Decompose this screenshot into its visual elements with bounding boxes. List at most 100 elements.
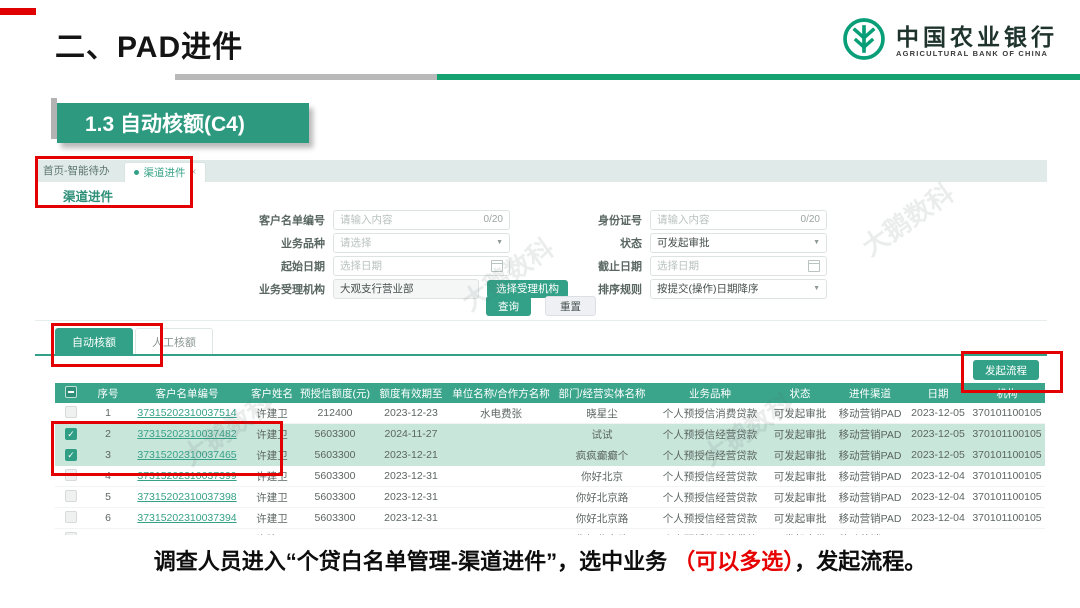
caption-post: ，发起流程。: [794, 549, 926, 574]
table-row[interactable]: ✓237315202310037482许建卫56033002024-11-27试…: [55, 424, 1045, 445]
placeholder: 选择日期: [657, 258, 699, 273]
cell-channel: 移动营销PAD: [833, 490, 907, 505]
cell-product: 个人预授信经营贷款: [653, 427, 767, 442]
customer-id-link[interactable]: 37315202310037482: [129, 428, 245, 440]
column-header: 日期: [907, 386, 969, 401]
cell-valid: 2023-12-31: [371, 491, 451, 503]
cell-status: 可发起审批: [767, 490, 833, 505]
results-table: 序号客户名单编号客户姓名预授信额度(元)额度有效期至单位名称/合作方名称部门/经…: [55, 383, 1045, 535]
bank-logo: 中国农业银行 AGRICULTURAL BANK OF CHINA: [841, 16, 1058, 67]
checkbox-cell: [55, 511, 87, 526]
placeholder: 请输入内容: [340, 212, 393, 227]
char-counter: 0/20: [484, 214, 503, 225]
cell-date: 2023-12-04: [907, 533, 969, 535]
row-checkbox[interactable]: [65, 511, 77, 523]
customer-id-link[interactable]: 37315202310037394: [129, 512, 245, 524]
cell-name: 许建卫: [245, 406, 299, 421]
table-row[interactable]: 537315202310037398许建卫56033002023-12-31你好…: [55, 487, 1045, 508]
cell-dept: 你好北京路: [551, 511, 653, 526]
tabs-rule: [35, 354, 1047, 356]
cell-status: 可发起审批: [767, 448, 833, 463]
customer-id-link[interactable]: 37315202310037394: [129, 533, 245, 535]
row-checkbox[interactable]: [65, 469, 77, 481]
table-row[interactable]: 737315202310037394许建卫56033002023-12-31你好…: [55, 529, 1045, 535]
customer-id-link[interactable]: 37315202310037465: [129, 449, 245, 461]
app-screenshot: 首页-智能待办 渠道进件 × 渠道进件 客户名单编号 请输入内容 0/20 业务…: [35, 160, 1047, 536]
cell-seq: 1: [87, 407, 129, 419]
status-select[interactable]: 可发起审批 ▼: [650, 233, 827, 253]
tab-manual-quota[interactable]: 人工核额: [135, 328, 213, 355]
placeholder: 请输入内容: [657, 212, 710, 227]
cell-channel: 移动营销PAD: [833, 511, 907, 526]
tab-auto-quota[interactable]: 自动核额: [55, 328, 133, 355]
cell-org: 370101100105: [969, 470, 1045, 482]
cell-dept: 疯疯癫癫个: [551, 448, 653, 463]
placeholder: 请选择: [340, 235, 372, 250]
end-date-input[interactable]: 选择日期: [650, 256, 827, 276]
chevron-down-icon: ▼: [813, 239, 820, 246]
search-button[interactable]: 查询: [486, 296, 531, 316]
cell-valid: 2023-12-23: [371, 407, 451, 419]
field-end-date: 截止日期 选择日期: [547, 256, 867, 275]
row-checkbox[interactable]: [65, 490, 77, 502]
cell-valid: 2023-12-31: [371, 512, 451, 524]
row-checkbox[interactable]: ✓: [65, 428, 77, 440]
cell-org: 370101100105: [969, 491, 1045, 503]
cell-product: 个人预授信经营贷款: [653, 490, 767, 505]
cell-channel: 移动营销PAD: [833, 469, 907, 484]
checkbox-cell: ✓: [55, 428, 87, 441]
customer-list-no-input[interactable]: 请输入内容 0/20: [333, 210, 510, 230]
cell-seq: 5: [87, 491, 129, 503]
row-checkbox[interactable]: ✓: [65, 449, 77, 461]
id-number-input[interactable]: 请输入内容 0/20: [650, 210, 827, 230]
quota-tabs: 自动核额 人工核额: [55, 328, 213, 355]
cell-org: 370101100105: [969, 512, 1045, 524]
column-header: 单位名称/合作方名称: [451, 386, 551, 401]
page-title: 渠道进件: [63, 186, 113, 205]
table-row[interactable]: 137315202310037514许建卫2124002023-12-23水电费…: [55, 403, 1045, 424]
active-dot-icon: [134, 170, 139, 175]
cell-channel: 移动营销PAD: [833, 532, 907, 536]
table-row[interactable]: 637315202310037394许建卫56033002023-12-31你好…: [55, 508, 1045, 529]
table-header: 序号客户名单编号客户姓名预授信额度(元)额度有效期至单位名称/合作方名称部门/经…: [55, 383, 1045, 403]
row-checkbox[interactable]: [65, 406, 77, 418]
cell-date: 2023-12-05: [907, 428, 969, 440]
close-icon[interactable]: ×: [191, 167, 197, 178]
customer-id-link[interactable]: 37315202310037514: [129, 407, 245, 419]
business-type-select[interactable]: 请选择 ▼: [333, 233, 510, 253]
cell-date: 2023-12-04: [907, 470, 969, 482]
field-start-date: 起始日期 选择日期: [220, 256, 560, 275]
slide: 二、PAD进件 中国农业银行 AGRICULTURAL BANK OF CHIN…: [0, 0, 1080, 608]
reset-button[interactable]: 重置: [545, 296, 596, 316]
checkbox-cell: [55, 406, 87, 421]
corner-mark: [0, 8, 36, 15]
section-badge: 1.3 自动核额(C4): [57, 103, 309, 143]
caption-pre: 调查人员进入“个贷白名单管理-渠道进件”，选中业务: [154, 549, 673, 574]
cell-product: 个人预授信经营贷款: [653, 511, 767, 526]
start-date-input[interactable]: 选择日期: [333, 256, 510, 276]
cell-product: 个人预授信经营贷款: [653, 448, 767, 463]
customer-id-link[interactable]: 37315202310037399: [129, 470, 245, 482]
cell-amount: 5603300: [299, 533, 371, 535]
select-all-checkbox[interactable]: [65, 386, 77, 398]
cell-channel: 移动营销PAD: [833, 406, 907, 421]
field-label: 身份证号: [547, 212, 650, 228]
cell-seq: 4: [87, 470, 129, 482]
abc-wheat-icon: [841, 16, 887, 67]
table-row[interactable]: 437315202310037399许建卫56033002023-12-31你好…: [55, 466, 1045, 487]
checkbox-cell: [55, 490, 87, 505]
caption-highlight: （可以多选）: [673, 549, 794, 574]
table-row[interactable]: ✓337315202310037465许建卫56033002023-12-21疯…: [55, 445, 1045, 466]
cell-valid: 2023-12-31: [371, 533, 451, 535]
tab-channel-intake[interactable]: 渠道进件 ×: [124, 162, 207, 182]
breadcrumb[interactable]: 首页-智能待办: [43, 163, 110, 178]
row-checkbox[interactable]: [65, 532, 77, 536]
handling-org-group: 大观支行营业部 选择受理机构: [333, 280, 568, 298]
customer-id-link[interactable]: 37315202310037398: [129, 491, 245, 503]
cell-valid: 2024-11-27: [371, 428, 451, 440]
field-status: 状态 可发起审批 ▼: [547, 233, 867, 252]
chevron-down-icon: ▼: [496, 239, 503, 246]
launch-process-button[interactable]: 发起流程: [973, 360, 1039, 380]
column-header: 客户名单编号: [129, 386, 245, 401]
cell-dept: 你好北京路: [551, 532, 653, 536]
